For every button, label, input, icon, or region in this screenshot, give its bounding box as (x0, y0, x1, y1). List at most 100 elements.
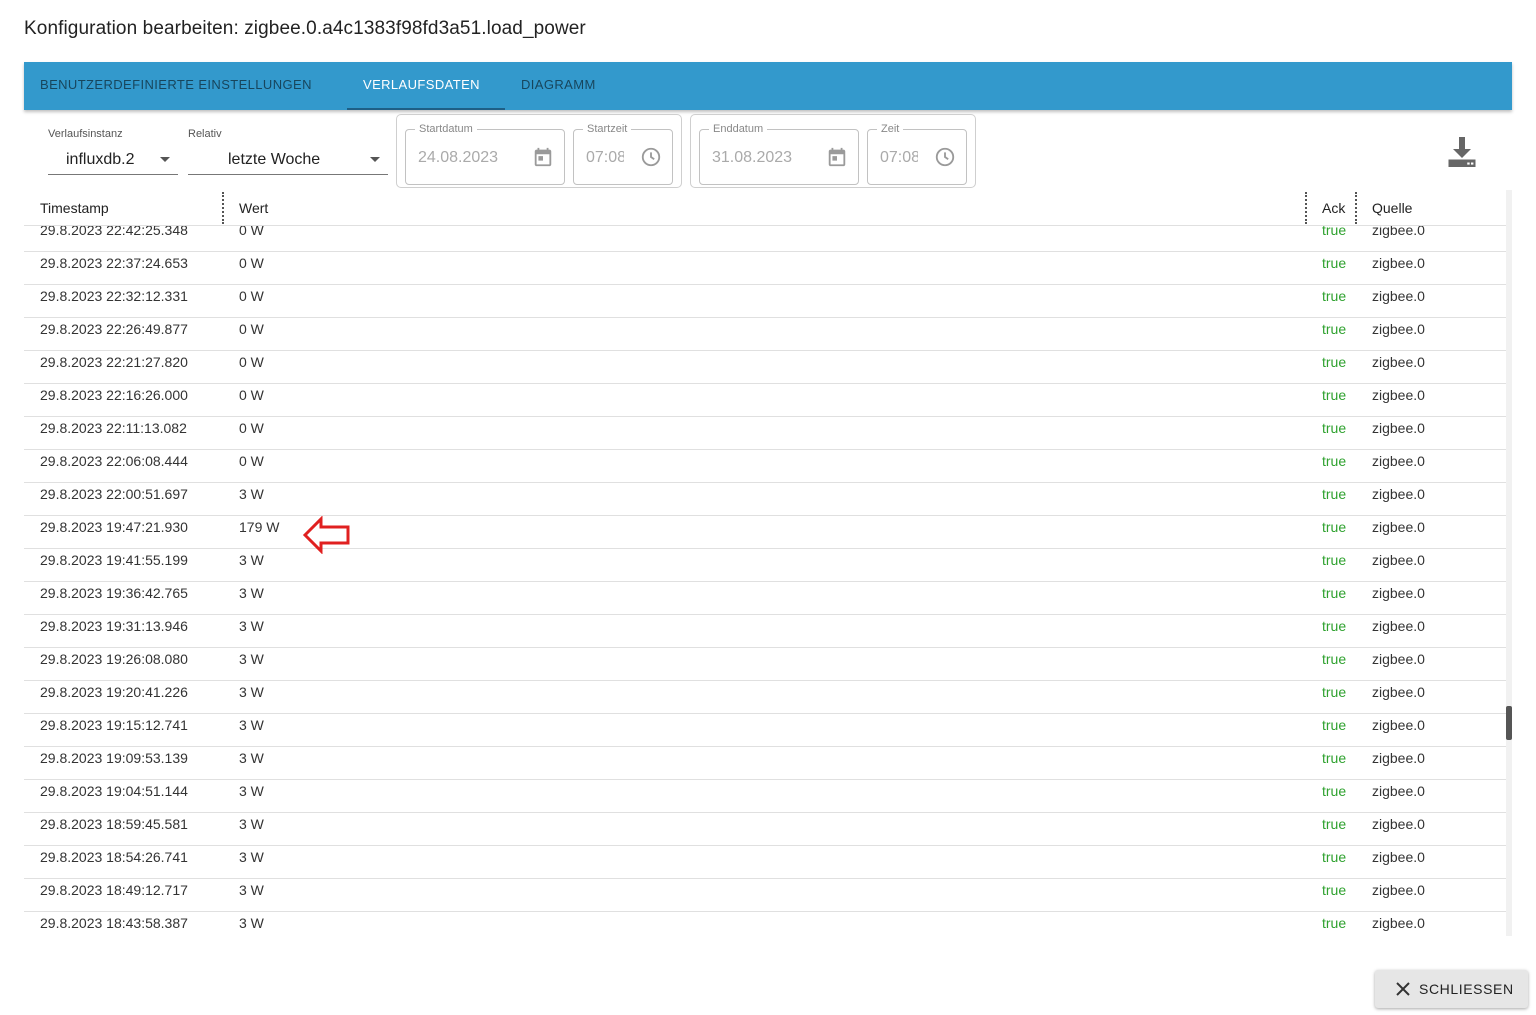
start-date-field[interactable]: Startdatum 24.08.2023 (405, 122, 565, 185)
timestamp-cell: 29.8.2023 18:43:58.387 (40, 915, 188, 931)
timestamp-cell: 29.8.2023 19:04:51.144 (40, 783, 188, 799)
value-cell: 3 W (239, 717, 264, 733)
value-cell: 0 W (239, 226, 264, 238)
table-row[interactable]: 29.8.2023 22:11:13.082 0 W true zigbee.0 (24, 417, 1506, 450)
timestamp-cell: 29.8.2023 19:20:41.226 (40, 684, 188, 700)
source-cell: zigbee.0 (1372, 816, 1425, 832)
timestamp-cell: 29.8.2023 19:41:55.199 (40, 552, 188, 568)
ack-cell: true (1322, 684, 1347, 700)
ack-cell: true (1322, 519, 1347, 535)
start-date-label: Startdatum (415, 122, 477, 136)
table-row[interactable]: 29.8.2023 19:41:55.199 3 W true zigbee.0 (24, 549, 1506, 582)
table-row[interactable]: 29.8.2023 19:36:42.765 3 W true zigbee.0 (24, 582, 1506, 615)
table-row[interactable]: 29.8.2023 19:26:08.080 3 W true zigbee.0 (24, 648, 1506, 681)
ack-cell: true (1322, 453, 1347, 469)
table-row[interactable]: 29.8.2023 19:15:12.741 3 W true zigbee.0 (24, 714, 1506, 747)
scrollbar-thumb[interactable] (1506, 706, 1512, 740)
ack-cell: true (1322, 816, 1347, 832)
table-row[interactable]: 29.8.2023 19:04:51.144 3 W true zigbee.0 (24, 780, 1506, 813)
calendar-icon[interactable] (532, 146, 554, 168)
source-cell: zigbee.0 (1372, 717, 1425, 733)
start-time-label: Startzeit (583, 122, 632, 136)
value-cell: 3 W (239, 849, 264, 865)
value-cell: 179 W (239, 519, 280, 535)
instance-select-box[interactable]: influxdb.2 (48, 146, 178, 175)
timestamp-cell: 29.8.2023 22:26:49.877 (40, 321, 188, 337)
table-row[interactable]: 29.8.2023 22:06:08.444 0 W true zigbee.0 (24, 450, 1506, 483)
column-header-value[interactable]: Wert (239, 200, 268, 216)
source-cell: zigbee.0 (1372, 915, 1425, 931)
timestamp-cell: 29.8.2023 22:42:25.348 (40, 226, 188, 238)
table-row[interactable]: 29.8.2023 22:32:12.331 0 W true zigbee.0 (24, 285, 1506, 318)
table-row[interactable]: 29.8.2023 22:42:25.348 0 W true zigbee.0 (24, 226, 1506, 252)
table-body: 29.8.2023 22:42:25.348 0 Wtrue zigbee.0 29.… (24, 226, 1506, 936)
table-scrollbar[interactable] (1506, 190, 1512, 936)
column-resize-handle[interactable] (1305, 192, 1307, 224)
table-row[interactable]: 29.8.2023 22:37:24.653 0 W true zigbee.0 (24, 252, 1506, 285)
ack-cell: true (1322, 420, 1347, 436)
table-row[interactable]: 29.8.2023 22:21:27.820 0 W true zigbee.0 (24, 351, 1506, 384)
start-time-field[interactable]: Startzeit 07:08 (573, 122, 673, 185)
table-row[interactable]: 29.8.2023 19:31:13.946 3 W true zigbee.0 (24, 615, 1506, 648)
table-row[interactable]: 29.8.2023 18:43:58.387 3 W true zigbee.0 (24, 912, 1506, 936)
history-toolbar: Verlaufsinstanz influxdb.2 Relativ letzt… (24, 110, 1512, 190)
start-time-value: 07:08 (586, 149, 624, 166)
table-row[interactable]: 29.8.2023 19:20:41.226 3 W true zigbee.0 (24, 681, 1506, 714)
close-button[interactable]: SCHLIESSEN (1375, 970, 1528, 1008)
dialog-title: Konfiguration bearbeiten: zigbee.0.a4c13… (24, 18, 586, 39)
source-cell: zigbee.0 (1372, 618, 1425, 634)
clock-icon[interactable] (934, 146, 956, 168)
value-cell: 3 W (239, 882, 264, 898)
value-cell: 0 W (239, 288, 264, 304)
timestamp-cell: 29.8.2023 22:32:12.331 (40, 288, 188, 304)
ack-cell: true (1322, 882, 1347, 898)
chevron-down-icon (370, 157, 380, 162)
history-table: Timestamp Wert Ack Quelle 29.8.2023 22:4… (24, 190, 1512, 936)
source-cell: zigbee.0 (1372, 354, 1425, 370)
table-row[interactable]: 29.8.2023 22:26:49.877 0 W true zigbee.0 (24, 318, 1506, 351)
column-resize-handle[interactable] (1355, 192, 1357, 224)
table-row[interactable]: 29.8.2023 19:09:53.139 3 W true zigbee.0 (24, 747, 1506, 780)
timestamp-cell: 29.8.2023 22:00:51.697 (40, 486, 188, 502)
table-row[interactable]: 29.8.2023 19:47:21.930 179 W true zigbee.0 (24, 516, 1506, 554)
table-row[interactable]: 29.8.2023 22:00:51.697 3 W true zigbee.0 (24, 483, 1506, 516)
source-cell: zigbee.0 (1372, 585, 1425, 601)
chevron-down-icon (160, 157, 170, 162)
table-row[interactable]: 29.8.2023 22:16:26.000 0 W true zigbee.0 (24, 384, 1506, 417)
end-time-field[interactable]: Zeit 07:08 (867, 122, 967, 185)
ack-cell: true (1322, 717, 1347, 733)
column-header-source[interactable]: Quelle (1372, 200, 1412, 216)
relative-select-box[interactable]: letzte Woche (188, 146, 388, 175)
clock-icon[interactable] (640, 146, 662, 168)
timestamp-cell: 29.8.2023 19:15:12.741 (40, 717, 188, 733)
tab-chart[interactable]: DIAGRAMM (505, 62, 612, 110)
ack-cell: true (1322, 255, 1347, 271)
timestamp-cell: 29.8.2023 19:31:13.946 (40, 618, 188, 634)
ack-cell: true (1322, 486, 1347, 502)
tab-custom-settings[interactable]: BENUTZERDEFINIERTE EINSTELLUNGEN (24, 62, 328, 110)
timestamp-cell: 29.8.2023 19:47:21.930 (40, 519, 188, 535)
download-icon[interactable] (1444, 134, 1480, 170)
edit-config-dialog: Konfiguration bearbeiten: zigbee.0.a4c13… (0, 0, 1536, 1015)
table-row[interactable]: 29.8.2023 18:54:26.741 3 W true zigbee.0 (24, 846, 1506, 879)
end-date-group: Enddatum 31.08.2023 Zeit 07:08 (690, 114, 976, 188)
source-cell: zigbee.0 (1372, 519, 1425, 535)
source-cell: zigbee.0 (1372, 882, 1425, 898)
value-cell: 3 W (239, 585, 264, 601)
column-header-timestamp[interactable]: Timestamp (40, 200, 109, 216)
relative-select-label: Relativ (188, 128, 222, 140)
source-cell: zigbee.0 (1372, 783, 1425, 799)
end-date-field[interactable]: Enddatum 31.08.2023 (699, 122, 859, 185)
source-cell: zigbee.0 (1372, 387, 1425, 403)
calendar-icon[interactable] (826, 146, 848, 168)
end-time-value: 07:08 (880, 149, 918, 166)
instance-select-label: Verlaufsinstanz (48, 128, 123, 140)
column-resize-handle[interactable] (222, 192, 224, 224)
tab-history-data[interactable]: VERLAUFSDATEN (347, 62, 505, 110)
ack-cell: true (1322, 354, 1347, 370)
value-cell: 0 W (239, 387, 264, 403)
column-header-ack[interactable]: Ack (1322, 200, 1345, 216)
table-row[interactable]: 29.8.2023 18:49:12.717 3 W true zigbee.0 (24, 879, 1506, 912)
source-cell: zigbee.0 (1372, 849, 1425, 865)
table-row[interactable]: 29.8.2023 18:59:45.581 3 W true zigbee.0 (24, 813, 1506, 846)
